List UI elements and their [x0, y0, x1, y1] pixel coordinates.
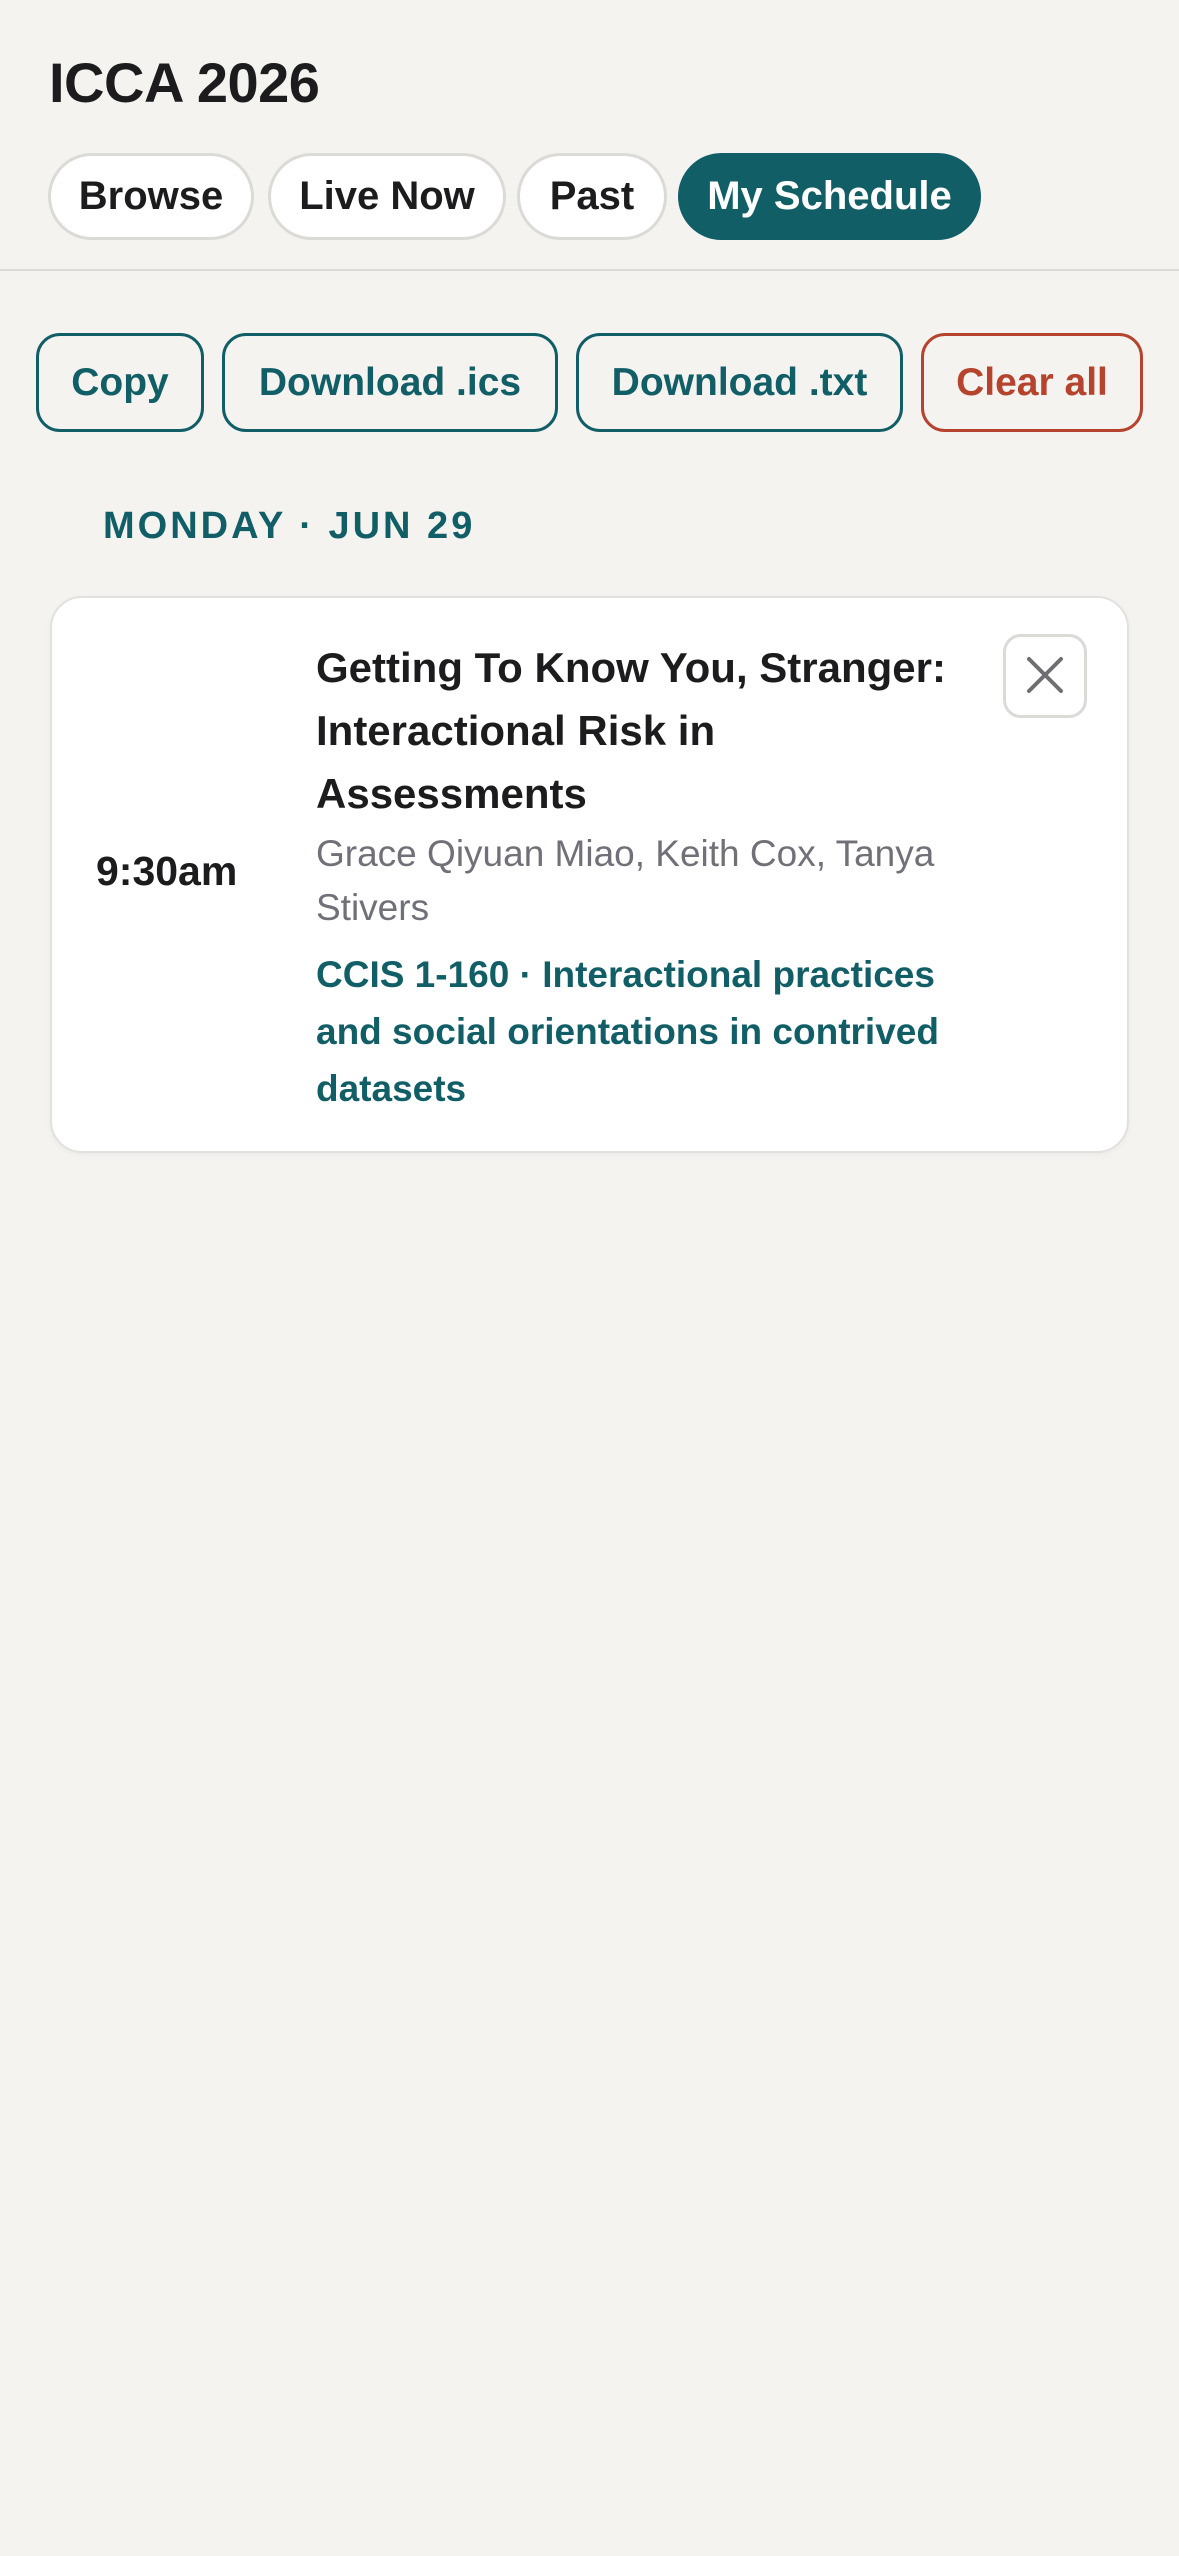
remove-session-button[interactable]	[1003, 634, 1087, 718]
session-track[interactable]: CCIS 1-160 · Interactional practices and…	[316, 946, 996, 1117]
session-authors: Grace Qiyuan Miao, Keith Cox, Tanya Stiv…	[316, 833, 935, 928]
session-title: Getting To Know You, Stranger: Interacti…	[316, 644, 946, 817]
app-title: ICCA 2026	[49, 51, 320, 114]
session-card: 9:30am Getting To Know You, Stranger: In…	[50, 596, 1129, 1153]
copy-button[interactable]: Copy	[36, 333, 204, 432]
tab-live-now[interactable]: Live Now	[268, 153, 506, 240]
download-ics-button[interactable]: Download .ics	[222, 333, 558, 432]
download-txt-button[interactable]: Download .txt	[576, 333, 903, 432]
close-icon	[1023, 653, 1067, 700]
tab-browse[interactable]: Browse	[48, 153, 254, 240]
session-time: 9:30am	[96, 848, 238, 894]
tab-my-schedule[interactable]: My Schedule	[678, 153, 981, 240]
day-heading: MONDAY · JUN 29	[103, 505, 476, 547]
tab-past[interactable]: Past	[517, 153, 667, 240]
app-header: ICCA 2026 Browse Live Now Past My Schedu…	[0, 0, 1179, 271]
clear-all-button[interactable]: Clear all	[921, 333, 1143, 432]
